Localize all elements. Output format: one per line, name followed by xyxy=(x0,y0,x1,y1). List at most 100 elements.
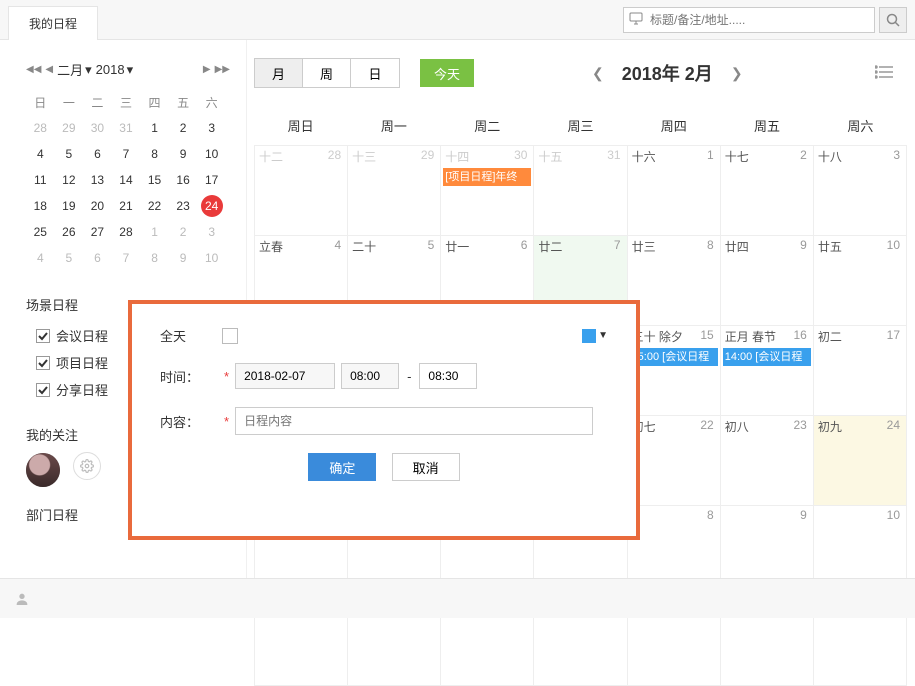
view-day-button[interactable]: 日 xyxy=(351,59,399,87)
mini-day[interactable]: 29 xyxy=(55,115,84,141)
day-cell[interactable]: 初二17 xyxy=(814,326,907,416)
prev-year-arrow[interactable]: ◀◀ xyxy=(26,64,41,75)
new-event-popup: 全天 ▼ 时间： * - 内容： * 确定 取消 xyxy=(128,300,640,540)
mini-day[interactable]: 9 xyxy=(169,245,198,271)
day-number: 9 xyxy=(800,238,807,252)
mini-day[interactable]: 24 xyxy=(197,193,226,219)
settings-button[interactable] xyxy=(73,452,101,480)
mini-day[interactable]: 28 xyxy=(112,219,141,245)
mini-day[interactable]: 5 xyxy=(55,245,84,271)
mini-day[interactable]: 17 xyxy=(197,167,226,193)
date-input[interactable] xyxy=(235,363,335,389)
year-select[interactable]: 2018 ▾ xyxy=(96,62,133,78)
search-input[interactable] xyxy=(623,7,875,33)
mini-day[interactable]: 6 xyxy=(83,245,112,271)
day-cell[interactable]: 十八3 xyxy=(814,146,907,236)
day-cell[interactable]: 廿四9 xyxy=(721,236,814,326)
event-chip[interactable]: 15:00 [会议日程 xyxy=(630,348,718,366)
mini-day[interactable]: 7 xyxy=(112,245,141,271)
mini-day[interactable]: 18 xyxy=(26,193,55,219)
mini-day[interactable]: 5 xyxy=(55,141,84,167)
start-time-input[interactable] xyxy=(341,363,399,389)
event-chip[interactable]: [项目日程]年终 xyxy=(443,168,531,186)
day-cell[interactable]: 廿三8 xyxy=(628,236,721,326)
checkbox[interactable] xyxy=(36,383,50,397)
mini-day[interactable]: 14 xyxy=(112,167,141,193)
mini-day[interactable]: 12 xyxy=(55,167,84,193)
day-cell[interactable]: 三十 除夕1515:00 [会议日程 xyxy=(628,326,721,416)
month-select[interactable]: 二月 ▾ xyxy=(57,60,92,79)
lunar-label: 十五 xyxy=(538,148,562,165)
list-toggle-button[interactable] xyxy=(875,65,893,82)
mini-day[interactable]: 8 xyxy=(140,245,169,271)
day-cell[interactable]: 初八23 xyxy=(721,416,814,506)
day-cell[interactable]: 十五31 xyxy=(534,146,627,236)
mini-day[interactable]: 10 xyxy=(197,245,226,271)
allday-checkbox[interactable] xyxy=(222,328,238,344)
next-year-arrow[interactable]: ▶▶ xyxy=(215,64,230,75)
year-label: 2018 xyxy=(96,62,125,77)
weekday-cell: 周二 xyxy=(441,110,534,141)
mini-day[interactable]: 6 xyxy=(83,141,112,167)
mini-day[interactable]: 20 xyxy=(83,193,112,219)
person-icon xyxy=(14,591,30,607)
mini-day[interactable]: 26 xyxy=(55,219,84,245)
weekday-cell: 周一 xyxy=(347,110,440,141)
mini-day[interactable]: 4 xyxy=(26,245,55,271)
mini-day[interactable]: 2 xyxy=(169,219,198,245)
color-picker[interactable]: ▼ xyxy=(582,329,608,343)
mini-day[interactable]: 22 xyxy=(140,193,169,219)
avatar[interactable] xyxy=(26,453,60,487)
next-month-arrow[interactable]: ▶ xyxy=(203,64,211,75)
day-cell[interactable]: 正月 春节1614:00 [会议日程 xyxy=(721,326,814,416)
mini-day[interactable]: 13 xyxy=(83,167,112,193)
mini-day[interactable]: 8 xyxy=(140,141,169,167)
mini-day[interactable]: 28 xyxy=(26,115,55,141)
view-week-button[interactable]: 周 xyxy=(303,59,351,87)
prev-month-button[interactable]: ❮ xyxy=(592,65,604,82)
day-cell[interactable]: 初九24 xyxy=(814,416,907,506)
mini-day[interactable]: 3 xyxy=(197,115,226,141)
day-cell[interactable]: 初七22 xyxy=(628,416,721,506)
mini-day[interactable]: 27 xyxy=(83,219,112,245)
ok-button[interactable]: 确定 xyxy=(308,453,376,481)
mini-day[interactable]: 16 xyxy=(169,167,198,193)
cancel-button[interactable]: 取消 xyxy=(392,453,460,481)
mini-day[interactable]: 1 xyxy=(140,219,169,245)
checkbox[interactable] xyxy=(36,356,50,370)
mini-day[interactable]: 23 xyxy=(169,193,198,219)
mini-day[interactable]: 15 xyxy=(140,167,169,193)
today-button[interactable]: 今天 xyxy=(420,59,474,87)
mini-day[interactable]: 2 xyxy=(169,115,198,141)
search-button[interactable] xyxy=(879,7,907,33)
mini-day[interactable]: 3 xyxy=(197,219,226,245)
day-cell[interactable]: 十六1 xyxy=(628,146,721,236)
mini-day[interactable]: 30 xyxy=(83,115,112,141)
day-cell[interactable]: 十二28 xyxy=(255,146,348,236)
day-number: 9 xyxy=(800,508,807,522)
end-time-input[interactable] xyxy=(419,363,477,389)
mini-day[interactable]: 11 xyxy=(26,167,55,193)
day-cell[interactable]: 十四30[项目日程]年终 xyxy=(441,146,534,236)
day-cell[interactable]: 十七2 xyxy=(721,146,814,236)
mini-day[interactable]: 9 xyxy=(169,141,198,167)
prev-month-arrow[interactable]: ◀ xyxy=(45,64,53,75)
mini-day[interactable]: 10 xyxy=(197,141,226,167)
mini-day[interactable]: 21 xyxy=(112,193,141,219)
tab-my-schedule[interactable]: 我的日程 xyxy=(8,6,98,40)
mini-day[interactable]: 25 xyxy=(26,219,55,245)
event-chip[interactable]: 14:00 [会议日程 xyxy=(723,348,811,366)
mini-day[interactable]: 4 xyxy=(26,141,55,167)
day-number: 24 xyxy=(887,418,900,432)
next-month-button[interactable]: ❯ xyxy=(731,65,743,82)
color-swatch xyxy=(582,329,596,343)
mini-day[interactable]: 7 xyxy=(112,141,141,167)
content-input[interactable] xyxy=(235,407,593,435)
mini-day[interactable]: 31 xyxy=(112,115,141,141)
view-month-button[interactable]: 月 xyxy=(255,59,303,87)
day-cell[interactable]: 廿五10 xyxy=(814,236,907,326)
mini-day[interactable]: 1 xyxy=(140,115,169,141)
mini-day[interactable]: 19 xyxy=(55,193,84,219)
checkbox[interactable] xyxy=(36,329,50,343)
day-cell[interactable]: 十三29 xyxy=(348,146,441,236)
